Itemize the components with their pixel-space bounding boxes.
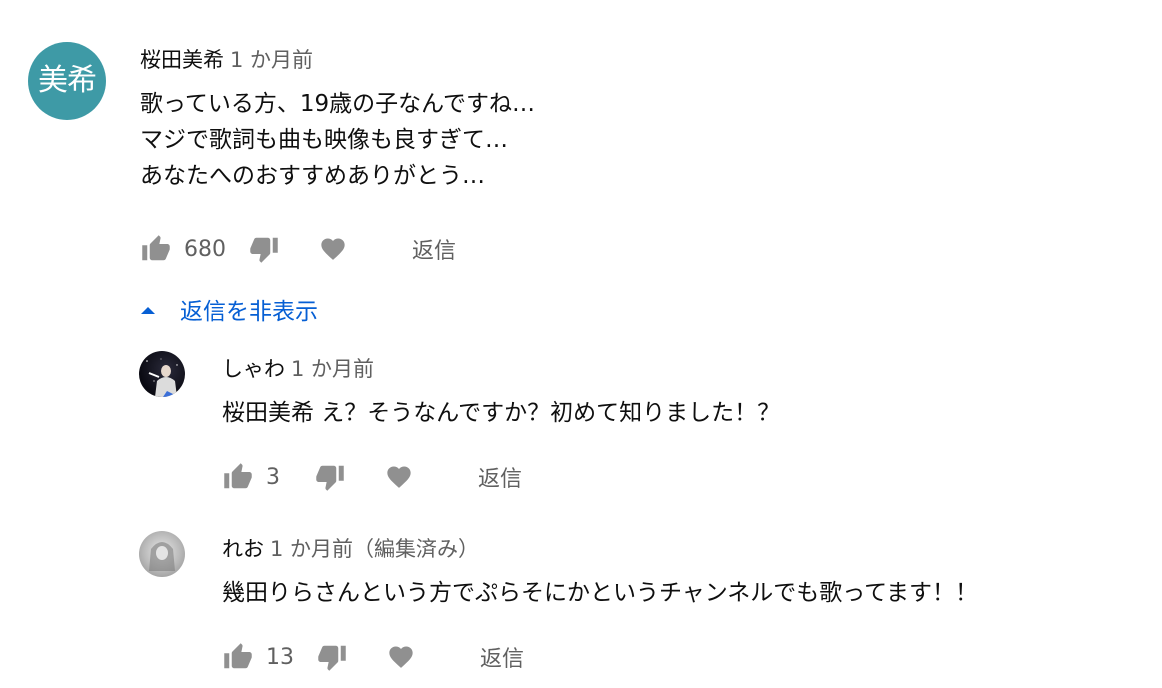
thumb-up-icon[interactable] <box>222 642 254 672</box>
thumb-down-icon[interactable] <box>314 462 346 492</box>
reply-actions: 13 返信 <box>222 641 524 673</box>
comment-header: 桜田美希 1 か月前 <box>140 44 313 74</box>
caret-up-icon <box>138 296 158 322</box>
thumb-down-icon[interactable] <box>316 642 348 672</box>
reply-actions: 3 返信 <box>222 461 522 493</box>
comment-body: 歌っている方、19歳の子なんですね… マジで歌詞も曲も映像も良すぎて… あなたへ… <box>140 86 535 194</box>
reply-timestamp[interactable]: 1 か月前（編集済み） <box>270 537 479 561</box>
reply-button[interactable]: 返信 <box>412 233 456 265</box>
reply-avatar[interactable] <box>139 531 185 577</box>
like-count: 13 <box>266 644 294 670</box>
heart-icon[interactable] <box>318 235 348 263</box>
reply-body: 桜田美希 え？そうなんですか？初めて知りました！？ <box>222 395 780 431</box>
hide-replies-label: 返信を非表示 <box>180 299 318 325</box>
reply-body: 幾田りらさんという方でぷらそにかというチャンネルでも歌ってます！！ <box>222 575 978 611</box>
reply-button[interactable]: 返信 <box>478 461 522 493</box>
reply-avatar[interactable] <box>139 351 185 397</box>
comment-author[interactable]: 桜田美希 <box>140 48 224 72</box>
thumb-up-icon[interactable] <box>140 234 172 264</box>
reply-timestamp[interactable]: 1 か月前 <box>291 357 374 381</box>
reply-button[interactable]: 返信 <box>480 641 524 673</box>
comment-line: あなたへのおすすめありがとう… <box>140 163 485 189</box>
comment-line: 歌っている方、19歳の子なんですね… <box>140 91 535 117</box>
avatar-initials: 美希 <box>38 63 97 98</box>
reply-text: 桜田美希 え？そうなんですか？初めて知りました！？ <box>222 400 781 426</box>
thumb-down-icon[interactable] <box>248 234 280 264</box>
thumb-up-icon[interactable] <box>222 462 254 492</box>
avatar[interactable]: 美希 <box>28 42 106 120</box>
heart-icon[interactable] <box>386 643 416 671</box>
comment-timestamp[interactable]: 1 か月前 <box>230 48 313 72</box>
like-count: 680 <box>184 236 226 262</box>
reply-author[interactable]: しゃわ <box>222 357 285 381</box>
reply-text: 幾田りらさんという方でぷらそにかというチャンネルでも歌ってます！！ <box>222 580 979 606</box>
reply-header: れお 1 か月前（編集済み） <box>222 533 479 563</box>
reply-author[interactable]: れお <box>222 537 264 561</box>
comment-actions: 680 返信 <box>140 233 456 265</box>
hide-replies-button[interactable]: 返信を非表示 <box>138 292 318 326</box>
comment-line: マジで歌詞も曲も映像も良すぎて… <box>140 127 508 153</box>
like-count: 3 <box>266 464 280 490</box>
heart-icon[interactable] <box>384 463 414 491</box>
reply-header: しゃわ 1 か月前 <box>222 353 374 383</box>
